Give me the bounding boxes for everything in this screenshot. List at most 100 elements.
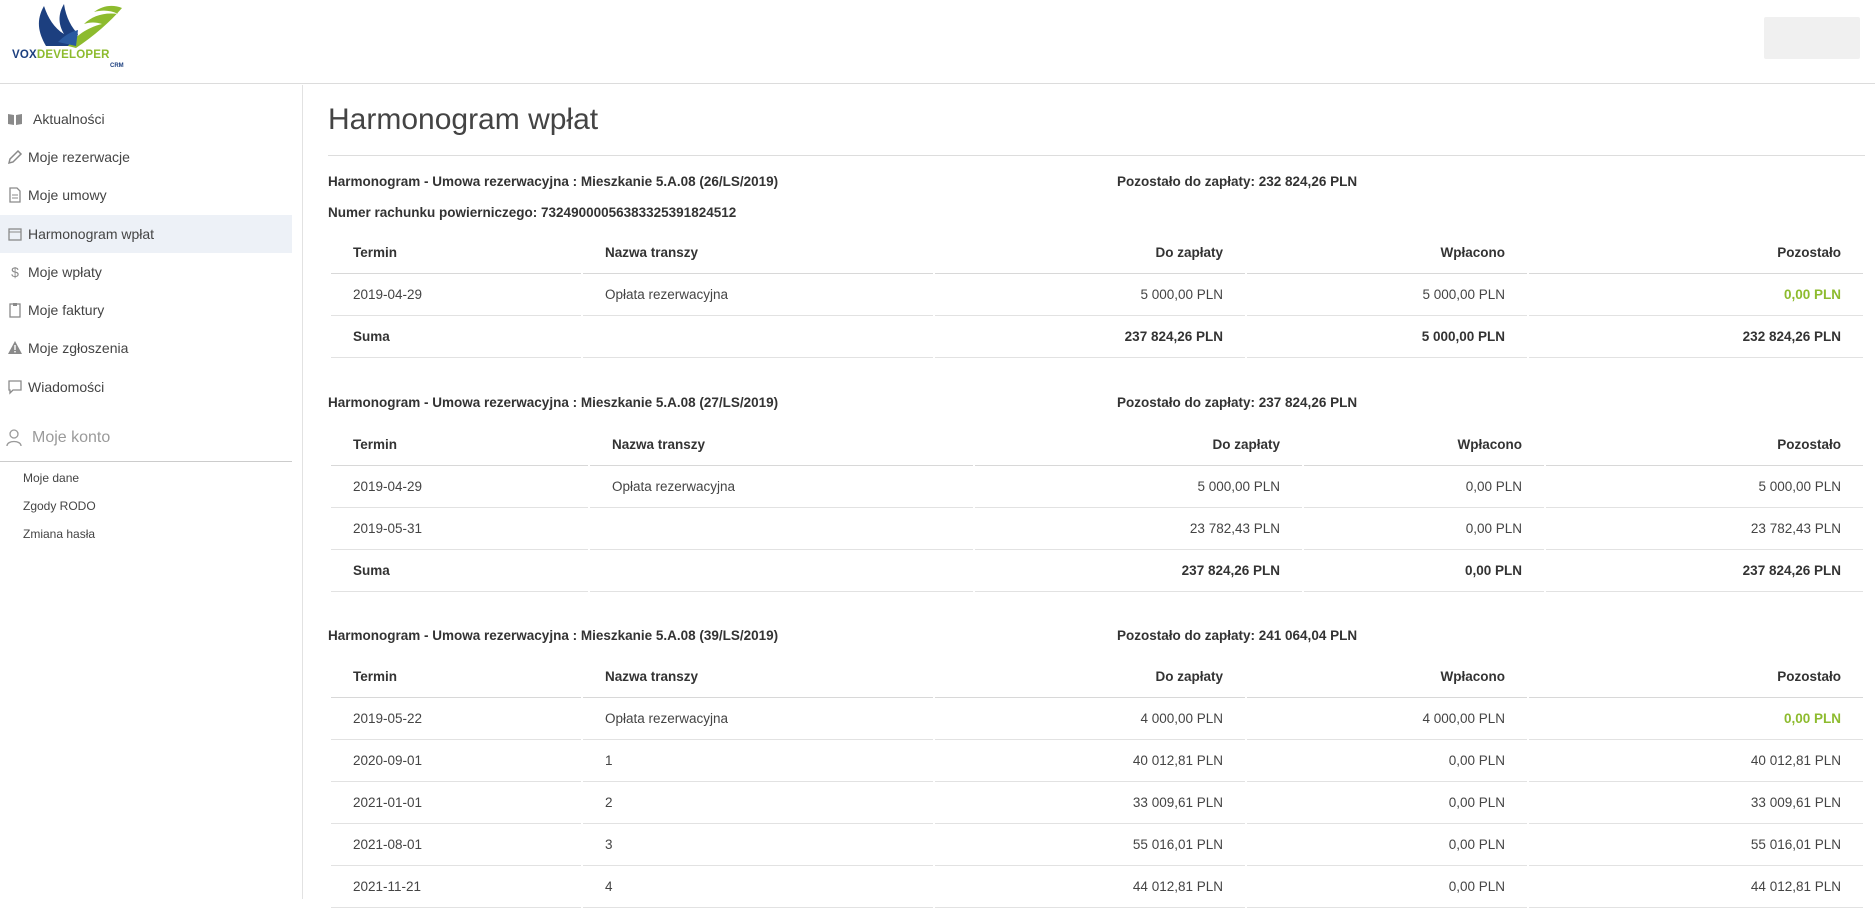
account-item-zmiana-hasla[interactable]: Zmiana hasła [23, 527, 95, 541]
cell-nazwa: 1 [583, 740, 933, 782]
sidebar-item-wiadomosci[interactable]: Wiadomości [0, 368, 292, 406]
sidebar-item-label: Moje faktury [28, 302, 105, 318]
cell-wplacono: 0,00 PLN [1304, 508, 1544, 550]
cell-nazwa [590, 508, 973, 550]
cell-sum-empty [583, 316, 933, 358]
sidebar-item-moje-zgloszenia[interactable]: Moje zgłoszenia [0, 329, 292, 367]
cell-wplacono: 0,00 PLN [1247, 782, 1527, 824]
table-row: 2021-11-21 4 44 012,81 PLN 0,00 PLN 44 0… [331, 866, 1863, 908]
user-menu-placeholder[interactable] [1764, 17, 1860, 59]
cell-termin: 2019-04-29 [331, 274, 581, 316]
top-header: VOXDEVELOPER CRM [0, 0, 1875, 84]
table-header-row: Termin Nazwa transzy Do zapłaty Wpłacono… [331, 232, 1863, 274]
cell-wplacono: 0,00 PLN [1247, 866, 1527, 908]
remaining-to-pay: Pozostało do zapłaty: 241 064,04 PLN [1117, 628, 1358, 643]
cell-termin: 2019-05-31 [331, 508, 588, 550]
col-header-nazwa[interactable]: Nazwa transzy [583, 656, 933, 698]
eagle-wings-icon [38, 4, 122, 48]
table-sum-row: Suma 237 824,26 PLN 0,00 PLN 237 824,26 … [331, 550, 1863, 592]
col-header-wplacono[interactable]: Wpłacono [1304, 424, 1544, 466]
cell-do-zaplaty: 40 012,81 PLN [935, 740, 1245, 782]
sidebar-item-moje-wplaty[interactable]: $ Moje wpłaty [0, 253, 292, 291]
cell-termin: 2019-05-22 [331, 698, 581, 740]
col-header-do-zaplaty[interactable]: Do zapłaty [935, 656, 1245, 698]
cell-do-zaplaty: 33 009,61 PLN [935, 782, 1245, 824]
col-header-pozostalo[interactable]: Pozostało [1529, 656, 1863, 698]
table-row: 2021-01-01 2 33 009,61 PLN 0,00 PLN 33 0… [331, 782, 1863, 824]
sidebar-item-moje-faktury[interactable]: Moje faktury [0, 291, 292, 329]
cell-sum-wplacono: 5 000,00 PLN [1247, 316, 1527, 358]
sidebar-item-label: Moje zgłoszenia [28, 340, 129, 356]
cell-wplacono: 4 000,00 PLN [1247, 698, 1527, 740]
cell-do-zaplaty: 55 016,01 PLN [935, 824, 1245, 866]
escrow-account-number: Numer rachunku powierniczego: 7324900005… [328, 205, 737, 220]
cell-wplacono: 0,00 PLN [1304, 466, 1544, 508]
logo-crm-label: CRM [110, 63, 124, 69]
cell-pozostalo: 23 782,43 PLN [1546, 508, 1863, 550]
cell-do-zaplaty: 4 000,00 PLN [935, 698, 1245, 740]
main-content: Harmonogram wpłat Harmonogram - Umowa re… [328, 85, 1865, 908]
cell-pozostalo: 40 012,81 PLN [1529, 740, 1863, 782]
sidebar-item-label: Wiadomości [28, 379, 105, 395]
page-title: Harmonogram wpłat [328, 103, 599, 136]
cell-sum-wplacono: 0,00 PLN [1304, 550, 1544, 592]
cell-nazwa: 3 [583, 824, 933, 866]
cell-pozostalo: 0,00 PLN [1529, 274, 1863, 316]
cell-nazwa: 2 [583, 782, 933, 824]
col-header-termin[interactable]: Termin [331, 656, 581, 698]
remaining-to-pay: Pozostało do zapłaty: 237 824,26 PLN [1117, 395, 1358, 410]
col-header-nazwa[interactable]: Nazwa transzy [590, 424, 973, 466]
cell-pozostalo: 33 009,61 PLN [1529, 782, 1863, 824]
col-header-termin[interactable]: Termin [331, 424, 588, 466]
col-header-nazwa[interactable]: Nazwa transzy [583, 232, 933, 274]
cell-do-zaplaty: 5 000,00 PLN [975, 466, 1302, 508]
schedule-title: Harmonogram - Umowa rezerwacyjna : Miesz… [328, 174, 779, 189]
schedule-title: Harmonogram - Umowa rezerwacyjna : Miesz… [328, 628, 779, 643]
col-header-wplacono[interactable]: Wpłacono [1247, 656, 1527, 698]
sidebar-item-moje-umowy[interactable]: Moje umowy [0, 176, 292, 214]
col-header-termin[interactable]: Termin [331, 232, 581, 274]
sidebar-item-aktualnosci[interactable]: Aktualności [0, 100, 292, 138]
sidebar-item-label: Moje umowy [28, 187, 107, 203]
cell-pozostalo: 0,00 PLN [1529, 698, 1863, 740]
warning-icon [8, 341, 22, 354]
cell-sum-label: Suma [331, 550, 588, 592]
cell-pozostalo: 44 012,81 PLN [1529, 866, 1863, 908]
col-header-pozostalo[interactable]: Pozostało [1529, 232, 1863, 274]
col-header-wplacono[interactable]: Wpłacono [1247, 232, 1527, 274]
cell-wplacono: 0,00 PLN [1247, 824, 1527, 866]
cell-sum-do-zaplaty: 237 824,26 PLN [975, 550, 1302, 592]
schedule-table: Termin Nazwa transzy Do zapłaty Wpłacono… [329, 656, 1865, 908]
cell-wplacono: 5 000,00 PLN [1247, 274, 1527, 316]
cell-do-zaplaty: 5 000,00 PLN [935, 274, 1245, 316]
document-icon [9, 187, 21, 203]
schedule-table: Termin Nazwa transzy Do zapłaty Wpłacono… [329, 424, 1865, 592]
voxdeveloper-logo[interactable]: VOXDEVELOPER CRM [10, 2, 132, 76]
cell-do-zaplaty: 23 782,43 PLN [975, 508, 1302, 550]
account-item-moje-dane[interactable]: Moje dane [23, 471, 79, 485]
cell-nazwa: Opłata rezerwacyjna [583, 698, 933, 740]
calendar-icon [8, 228, 22, 241]
col-header-pozostalo[interactable]: Pozostało [1546, 424, 1863, 466]
cell-sum-pozostalo: 232 824,26 PLN [1529, 316, 1863, 358]
sidebar-item-harmonogram-wplat[interactable]: Harmonogram wpłat [0, 215, 292, 253]
cell-sum-do-zaplaty: 237 824,26 PLN [935, 316, 1245, 358]
account-item-zgody-rodo[interactable]: Zgody RODO [23, 499, 96, 513]
cell-do-zaplaty: 44 012,81 PLN [935, 866, 1245, 908]
cell-pozostalo: 5 000,00 PLN [1546, 466, 1863, 508]
table-row: 2019-05-31 23 782,43 PLN 0,00 PLN 23 782… [331, 508, 1863, 550]
dollar-icon: $ [11, 264, 19, 280]
sidebar: Aktualności Moje rezerwacje Moje umowy H… [0, 85, 303, 899]
sidebar-item-label: Aktualności [33, 111, 105, 127]
cell-termin: 2019-04-29 [331, 466, 588, 508]
table-header-row: Termin Nazwa transzy Do zapłaty Wpłacono… [331, 656, 1863, 698]
col-header-do-zaplaty[interactable]: Do zapłaty [935, 232, 1245, 274]
cell-sum-empty [590, 550, 973, 592]
col-header-do-zaplaty[interactable]: Do zapłaty [975, 424, 1302, 466]
cell-termin: 2021-11-21 [331, 866, 581, 908]
sidebar-item-moje-rezerwacje[interactable]: Moje rezerwacje [0, 138, 292, 176]
pencil-icon [7, 149, 23, 165]
sidebar-item-label: Harmonogram wpłat [28, 226, 155, 242]
user-icon [6, 429, 22, 447]
table-header-row: Termin Nazwa transzy Do zapłaty Wpłacono… [331, 424, 1863, 466]
